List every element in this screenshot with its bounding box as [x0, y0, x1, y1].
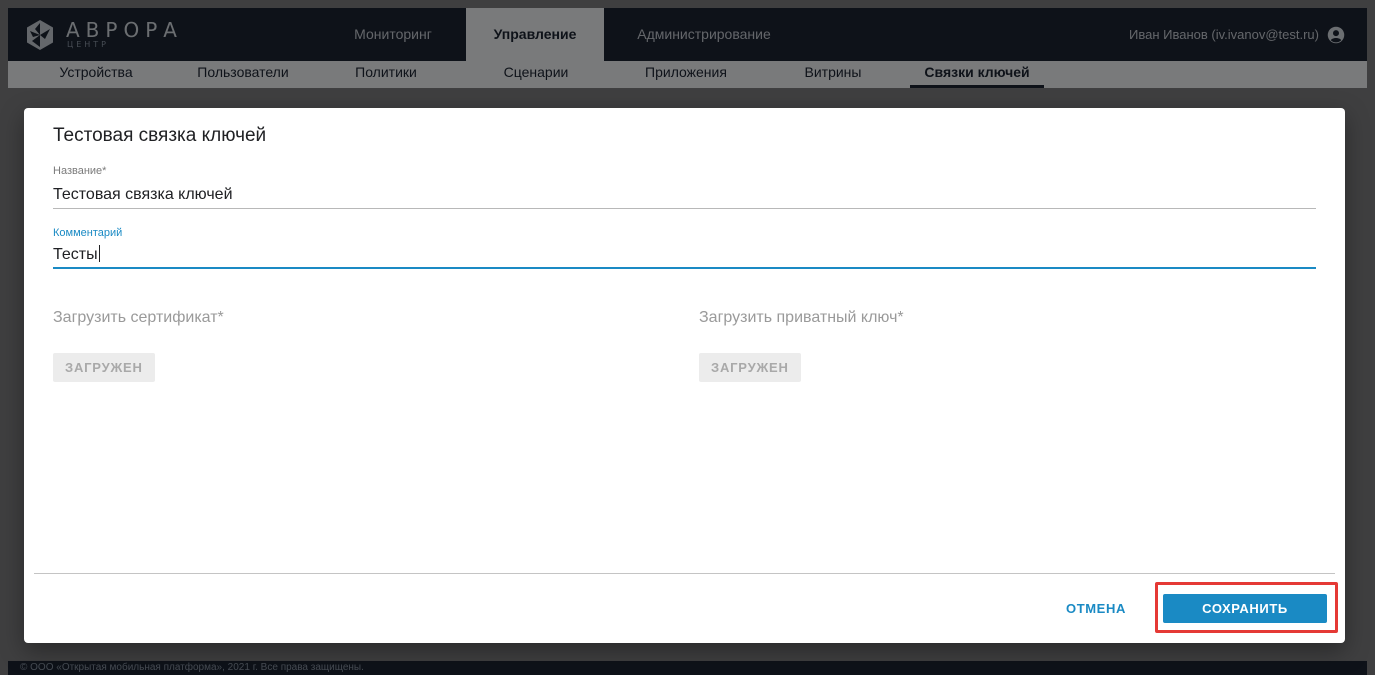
- certificate-upload-label: Загрузить сертификат*: [53, 309, 224, 326]
- comment-field[interactable]: Тесты: [53, 245, 1316, 267]
- text-cursor: [98, 245, 100, 262]
- comment-field-underline: [53, 267, 1316, 269]
- name-field-underline: [53, 208, 1316, 209]
- private-key-upload-button[interactable]: ЗАГРУЖЕН: [699, 353, 801, 382]
- comment-field-text: Тесты: [53, 246, 98, 263]
- cancel-button[interactable]: ОТМЕНА: [1066, 594, 1126, 622]
- certificate-upload-button[interactable]: ЗАГРУЖЕН: [53, 353, 155, 382]
- private-key-upload-label: Загрузить приватный ключ*: [699, 309, 904, 326]
- name-field[interactable]: [53, 184, 1316, 206]
- keychain-edit-dialog: Тестовая связка ключей Название* Коммент…: [24, 108, 1345, 643]
- save-button[interactable]: СОХРАНИТЬ: [1163, 594, 1327, 623]
- name-field-label: Название*: [53, 165, 107, 177]
- comment-field-label: Комментарий: [53, 227, 123, 239]
- dialog-footer-divider: [34, 573, 1335, 574]
- dialog-title: Тестовая связка ключей: [53, 125, 267, 146]
